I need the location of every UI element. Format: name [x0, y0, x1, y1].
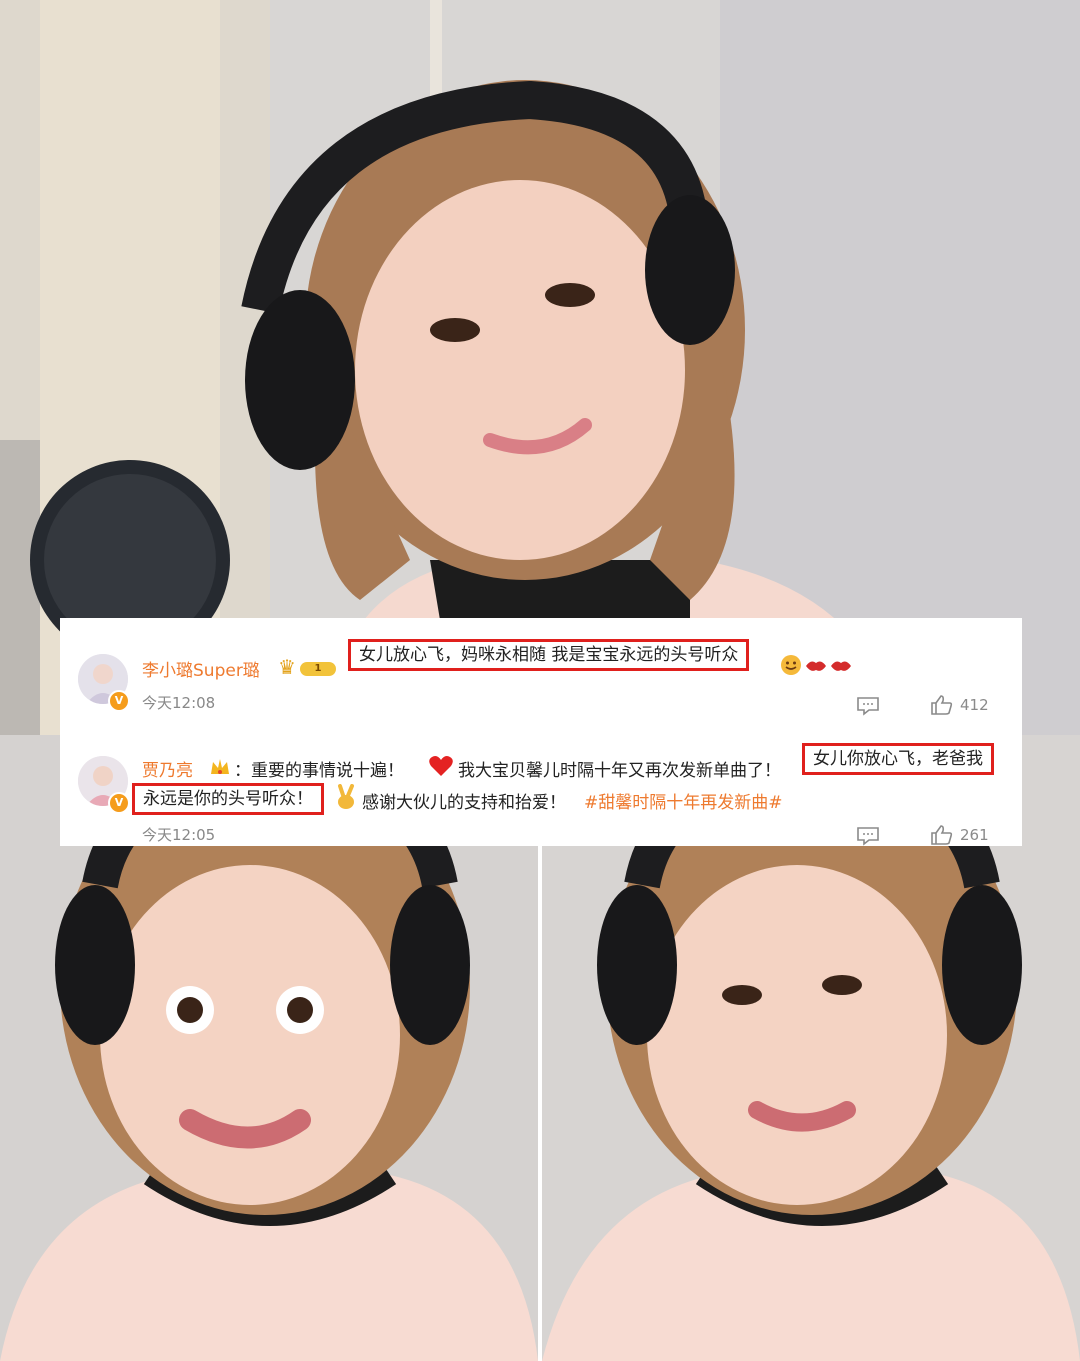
highlighted-text: 女儿你放心飞，老爸我	[802, 743, 994, 775]
thumbs-up-icon	[931, 825, 953, 845]
red-lips-icon	[831, 661, 851, 671]
comment-item: V 李小璐Super璐 ♛ 1 女儿放心飞，妈咪永相随 我是宝宝永远的头号听众 …	[60, 618, 1022, 728]
like-button[interactable]: 261	[930, 824, 989, 846]
comment-time: 今天12:08	[142, 694, 216, 712]
like-count: 412	[960, 696, 989, 714]
like-button[interactable]: 412	[930, 694, 989, 716]
comment-text: 女儿放心飞，妈咪永相随 我是宝宝永远的头号听众	[348, 639, 750, 671]
username[interactable]: 贾乃亮	[142, 756, 193, 781]
victory-hand-icon	[338, 784, 354, 809]
comment-icon	[857, 697, 879, 716]
like-count: 261	[960, 826, 989, 844]
comment-text-line1: ：重要的事情说十遍！	[234, 756, 404, 781]
member-crown-icon: ♛ 1	[278, 656, 340, 680]
comment-text-highlight-a: 女儿你放心飞，老爸我	[802, 743, 994, 775]
red-lips-icon	[806, 661, 826, 671]
member-level-badge: 1	[300, 662, 336, 676]
comment-text-part: 我大宝贝馨儿时隔十年又再次发新单曲了！	[458, 761, 781, 781]
comment-time: 今天12:05	[142, 826, 216, 844]
thumbs-up-icon	[931, 695, 953, 715]
comments-panel: V 李小璐Super璐 ♛ 1 女儿放心飞，妈咪永相随 我是宝宝永远的头号听众 …	[60, 618, 1022, 846]
photo-divider	[538, 845, 542, 1361]
verified-badge-icon: V	[108, 792, 130, 814]
highlighted-text: 永远是你的头号听众！	[132, 783, 324, 815]
comment-text-part: 感谢大伙儿的支持和抬爱！	[362, 793, 566, 813]
reply-button[interactable]	[856, 696, 880, 716]
username[interactable]: 李小璐Super璐	[142, 656, 260, 681]
reply-button[interactable]	[856, 826, 880, 846]
crown-badge-icon	[211, 759, 229, 774]
comment-text-part: ：重要的事情说十遍！	[234, 761, 404, 781]
smiling-face-icon	[781, 655, 801, 675]
comment-icon	[857, 827, 879, 846]
comment-text-highlight-b: 永远是你的头号听众！	[132, 783, 324, 815]
verified-badge-icon: V	[108, 690, 130, 712]
hashtag-link[interactable]: #甜馨时隔十年再发新曲#	[584, 788, 783, 813]
highlighted-text: 女儿放心飞，妈咪永相随 我是宝宝永远的头号听众	[348, 639, 750, 671]
red-heart-icon	[429, 756, 453, 776]
